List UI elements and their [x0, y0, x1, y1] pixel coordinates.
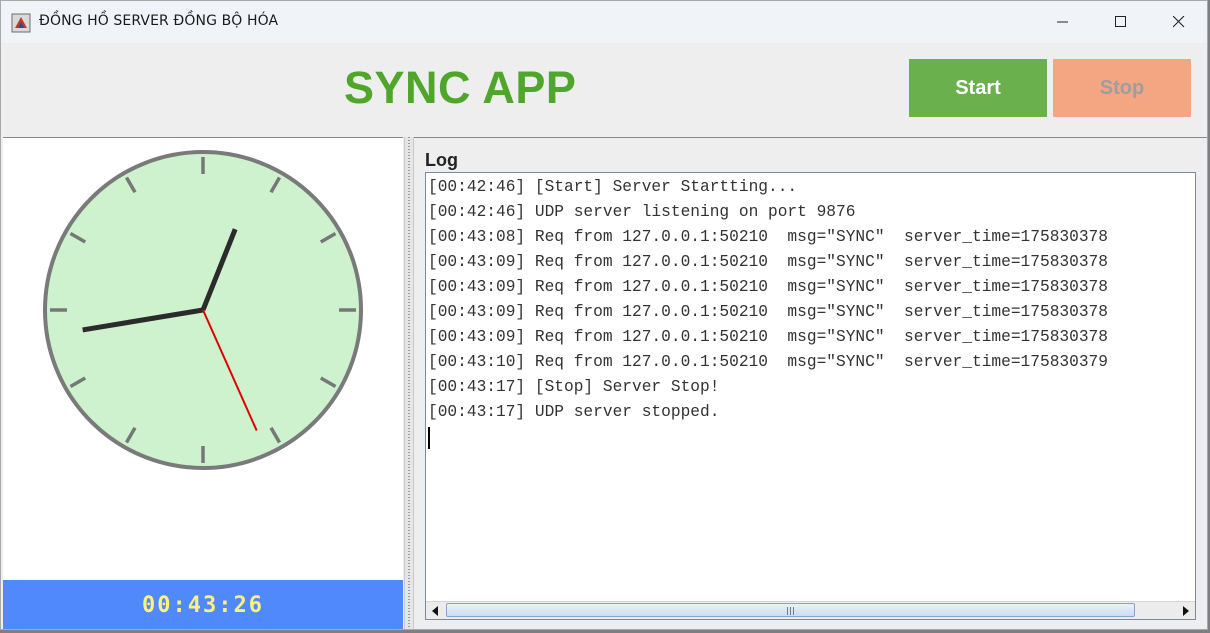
log-line: [00:42:46] [Start] Server Startting... [428, 178, 798, 196]
log-line: [00:43:09] Req from 127.0.0.1:50210 msg=… [428, 253, 1108, 271]
maximize-button[interactable] [1092, 1, 1150, 43]
divider-grip [408, 137, 410, 629]
log-line: [00:43:09] Req from 127.0.0.1:50210 msg=… [428, 303, 1108, 321]
thumb-grip [787, 607, 795, 615]
log-line: [00:43:17] UDP server stopped. [428, 403, 720, 421]
log-line: [00:43:09] Req from 127.0.0.1:50210 msg=… [428, 328, 1108, 346]
app-window: ĐỒNG HỒ SERVER ĐỒNG BỘ HÓA SYNC APP Star… [0, 0, 1208, 630]
close-icon [1173, 16, 1185, 28]
header-bar: SYNC APP Start Stop [1, 43, 1207, 137]
log-line: [00:43:10] Req from 127.0.0.1:50210 msg=… [428, 353, 1108, 371]
minimize-button[interactable] [1034, 1, 1092, 43]
maximize-icon [1115, 16, 1126, 27]
arrow-left-icon [432, 605, 438, 616]
start-button[interactable]: Start [909, 59, 1047, 117]
log-line: [00:43:17] [Stop] Server Stop! [428, 378, 720, 396]
window-title: ĐỒNG HỒ SERVER ĐỒNG BỘ HÓA [39, 13, 279, 29]
arrow-right-icon [1183, 605, 1189, 616]
horizontal-scrollbar[interactable] [426, 601, 1195, 619]
close-button[interactable] [1150, 1, 1207, 43]
split-pane-divider[interactable] [404, 137, 414, 629]
title-bar[interactable]: ĐỒNG HỒ SERVER ĐỒNG BỘ HÓA [1, 1, 1207, 43]
digital-clock: 00:43:26 [3, 580, 403, 629]
text-caret [428, 427, 430, 449]
log-label: Log [425, 150, 458, 170]
clock-panel: 00:43:26 [3, 137, 403, 629]
app-title: SYNC APP [344, 62, 577, 113]
java-cup-icon [11, 13, 31, 33]
log-lines: [00:42:46] [Start] Server Startting... [… [428, 175, 1195, 449]
log-panel: Log [00:42:46] [Start] Server Startting.… [414, 137, 1207, 629]
stop-button[interactable]: Stop [1053, 59, 1191, 117]
log-line: [00:43:08] Req from 127.0.0.1:50210 msg=… [428, 228, 1108, 246]
log-line: [00:43:09] Req from 127.0.0.1:50210 msg=… [428, 278, 1108, 296]
scrollbar-thumb[interactable] [446, 603, 1135, 617]
log-text-area[interactable]: [00:42:46] [Start] Server Startting... [… [425, 172, 1196, 620]
scroll-right-button[interactable] [1177, 602, 1195, 619]
minimize-icon [1057, 21, 1068, 23]
analog-clock [43, 150, 363, 470]
scroll-left-button[interactable] [426, 602, 444, 619]
log-line: [00:42:46] UDP server listening on port … [428, 203, 856, 221]
